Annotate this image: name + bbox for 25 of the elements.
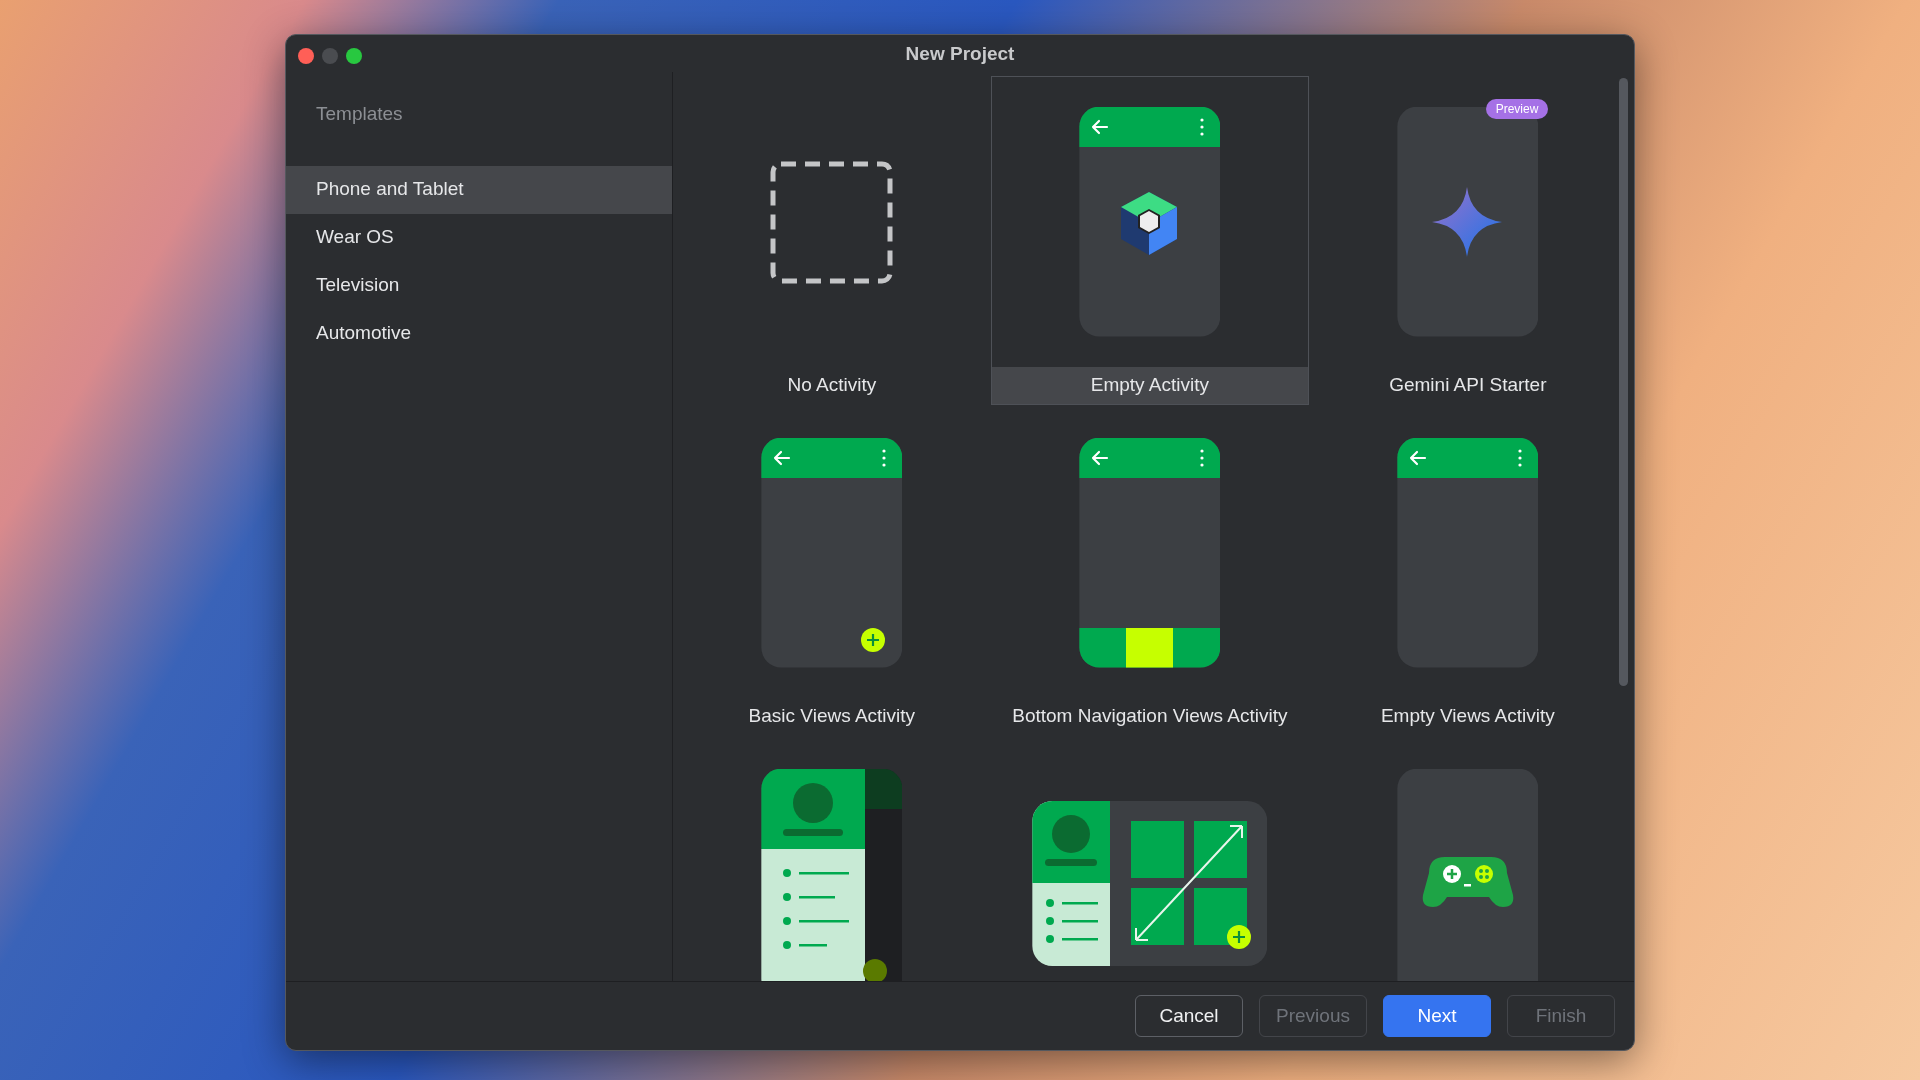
template-label: No Activity [787,372,877,397]
template-label: Empty Views Activity [1380,703,1555,728]
template-card[interactable]: Preview Gemini API Starter [1308,75,1620,405]
template-card[interactable]: Empty Views Activity [1308,406,1620,736]
sidebar-item[interactable]: Wear OS [286,213,672,262]
dialog-button[interactable]: Cancel [1135,995,1243,1038]
sidebar-item[interactable]: Television [286,261,672,310]
template-card[interactable]: No Activity [672,75,991,405]
template-label: Gemini API Starter [1389,372,1547,397]
scrollbar-thumb[interactable] [1619,77,1629,686]
sidebar-item[interactable]: Automotive [286,309,672,358]
sidebar-heading: Templates [316,102,403,124]
window-title: New Project [905,43,1015,63]
sidebar-item[interactable]: Phone and Tablet [286,165,672,214]
template-label: Bottom Navigation Views Activity [1012,703,1288,728]
template-card[interactable]: Bottom Navigation Views Activity [990,406,1309,736]
template-card[interactable]: Basic Views Activity [672,406,991,736]
preview-badge: Preview [1485,98,1549,119]
minimize-icon [322,48,338,64]
template-label: Empty Activity [1090,372,1209,397]
dialog-button[interactable]: Next [1383,995,1491,1038]
template-label: Basic Views Activity [748,703,916,728]
template-card[interactable]: Empty Activity [990,75,1309,405]
zoom-icon[interactable] [346,48,362,64]
close-icon[interactable] [298,48,314,64]
